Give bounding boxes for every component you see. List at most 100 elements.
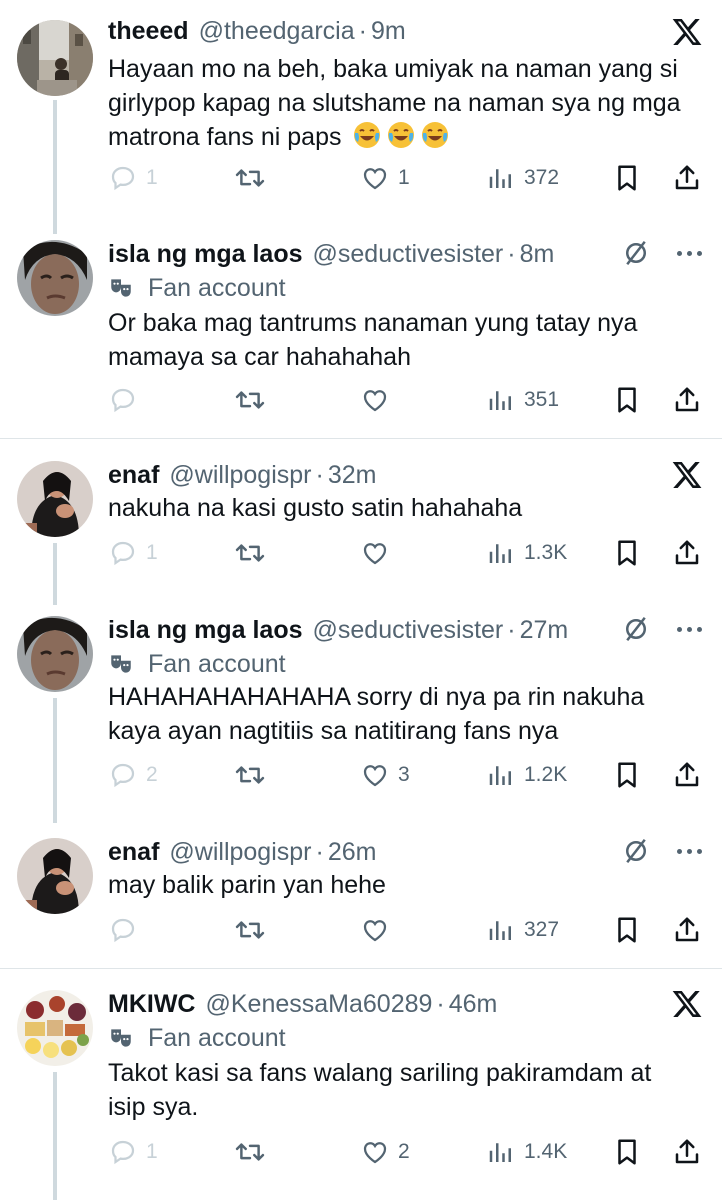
bookmark-button[interactable] bbox=[612, 755, 642, 795]
retweet-button[interactable] bbox=[234, 1132, 266, 1172]
action-bar: 2 3 1.2K bbox=[108, 755, 708, 795]
more-options-icon[interactable] bbox=[677, 626, 702, 632]
tweet-4[interactable]: enaf @willpogispr · 26m may balik parin … bbox=[0, 832, 722, 968]
avatar[interactable] bbox=[17, 20, 93, 96]
fan-account-badge: Fan account bbox=[108, 646, 286, 682]
handle[interactable]: @willpogispr bbox=[169, 838, 311, 867]
retweet-button[interactable] bbox=[234, 533, 266, 573]
views-button[interactable]: 1.3K bbox=[486, 533, 567, 573]
bookmark-button[interactable] bbox=[612, 910, 642, 950]
like-button[interactable] bbox=[360, 910, 398, 950]
x-logo-icon bbox=[672, 19, 702, 45]
grok-icon[interactable] bbox=[621, 836, 651, 866]
reply-button[interactable] bbox=[108, 910, 146, 950]
handle[interactable]: @seductivesister bbox=[313, 240, 504, 269]
separator: · bbox=[315, 460, 324, 489]
reply-count: 2 bbox=[146, 763, 158, 786]
timestamp[interactable]: 32m bbox=[328, 461, 377, 490]
timestamp[interactable]: 26m bbox=[328, 838, 377, 867]
display-name[interactable]: enaf bbox=[108, 838, 159, 867]
x-logo-icon bbox=[672, 462, 702, 488]
face-with-tears-of-joy-icon bbox=[354, 122, 381, 148]
thread-line bbox=[53, 100, 57, 234]
avatar[interactable] bbox=[17, 990, 93, 1066]
display-name[interactable]: isla ng mga laos bbox=[108, 240, 303, 269]
handle[interactable]: @seductivesister bbox=[313, 616, 504, 645]
reply-button[interactable] bbox=[108, 380, 146, 420]
display-name[interactable]: theeed bbox=[108, 17, 189, 46]
bookmark-icon bbox=[618, 165, 636, 191]
bookmark-button[interactable] bbox=[612, 158, 642, 198]
like-button[interactable] bbox=[360, 533, 398, 573]
retweet-icon bbox=[235, 169, 265, 187]
reply-icon bbox=[111, 166, 135, 191]
view-count: 1.4K bbox=[524, 1140, 568, 1163]
action-bar: 1 2 1.4K bbox=[108, 1132, 708, 1172]
like-button[interactable]: 1 bbox=[360, 158, 410, 198]
avatar[interactable] bbox=[17, 240, 93, 316]
tweet-header: enaf @willpogispr · 32m bbox=[108, 455, 376, 495]
retweet-button[interactable] bbox=[234, 755, 266, 795]
timestamp[interactable]: 9m bbox=[371, 17, 406, 46]
share-button[interactable] bbox=[672, 910, 702, 950]
retweet-button[interactable] bbox=[234, 910, 266, 950]
handle[interactable]: @KenessaMa60289 bbox=[205, 990, 432, 1019]
bookmark-button[interactable] bbox=[612, 533, 642, 573]
tweet-5[interactable]: MKIWC @KenessaMa60289 · 46m Fan account … bbox=[0, 984, 722, 1200]
display-name[interactable]: enaf bbox=[108, 461, 159, 490]
badge-label: Fan account bbox=[148, 649, 286, 678]
separator: · bbox=[358, 16, 367, 45]
more-options-icon[interactable] bbox=[677, 250, 702, 256]
views-button[interactable]: 1.2K bbox=[486, 755, 567, 795]
share-button[interactable] bbox=[672, 380, 702, 420]
thread-line bbox=[53, 698, 57, 823]
grok-icon[interactable] bbox=[621, 614, 651, 644]
tweet-header: theeed @theedgarcia · 9m bbox=[108, 11, 406, 51]
tweet-text: nakuha na kasi gusto satin hahahaha bbox=[108, 494, 523, 522]
divider bbox=[0, 438, 722, 439]
timestamp[interactable]: 46m bbox=[449, 990, 498, 1019]
tweet-3[interactable]: isla ng mga laos @seductivesister · 27m … bbox=[0, 610, 722, 823]
tweet-text: Takot kasi sa fans walang sariling pakir… bbox=[108, 1059, 652, 1121]
bookmark-button[interactable] bbox=[612, 380, 642, 420]
grok-icon[interactable] bbox=[621, 238, 651, 268]
display-name[interactable]: MKIWC bbox=[108, 990, 195, 1019]
share-button[interactable] bbox=[672, 755, 702, 795]
like-button[interactable]: 2 bbox=[360, 1132, 410, 1172]
more-options-icon[interactable] bbox=[677, 848, 702, 854]
timestamp[interactable]: 27m bbox=[520, 616, 569, 645]
face-with-tears-of-joy-icon bbox=[422, 122, 449, 148]
avatar[interactable] bbox=[17, 461, 93, 537]
separator: · bbox=[507, 615, 516, 644]
retweet-button[interactable] bbox=[234, 380, 266, 420]
share-button[interactable] bbox=[672, 1132, 702, 1172]
retweet-button[interactable] bbox=[234, 158, 266, 198]
reply-button[interactable]: 1 bbox=[108, 158, 158, 198]
share-button[interactable] bbox=[672, 158, 702, 198]
timestamp[interactable]: 8m bbox=[520, 240, 555, 269]
fan-account-badge: Fan account bbox=[108, 270, 286, 306]
reply-button[interactable]: 1 bbox=[108, 1132, 158, 1172]
tweet-2[interactable]: enaf @willpogispr · 32m nakuha na kasi g… bbox=[0, 455, 722, 605]
tweet-1[interactable]: isla ng mga laos @seductivesister · 8m F… bbox=[0, 234, 722, 438]
views-button[interactable]: 327 bbox=[486, 910, 559, 950]
x-logo-icon bbox=[672, 991, 702, 1017]
like-button[interactable] bbox=[360, 380, 398, 420]
display-name[interactable]: isla ng mga laos bbox=[108, 616, 303, 645]
views-button[interactable]: 1.4K bbox=[486, 1132, 567, 1172]
views-button[interactable]: 372 bbox=[486, 158, 559, 198]
tweet-menu bbox=[621, 238, 702, 268]
avatar[interactable] bbox=[17, 838, 93, 914]
reply-button[interactable]: 1 bbox=[108, 533, 158, 573]
views-button[interactable]: 351 bbox=[486, 380, 559, 420]
action-bar: 327 bbox=[108, 910, 708, 950]
handle[interactable]: @willpogispr bbox=[169, 461, 311, 490]
bookmark-button[interactable] bbox=[612, 1132, 642, 1172]
avatar[interactable] bbox=[17, 616, 93, 692]
tweet-0[interactable]: theeed @theedgarcia · 9m Hayaan mo na be… bbox=[0, 0, 722, 234]
share-button[interactable] bbox=[672, 533, 702, 573]
reply-button[interactable]: 2 bbox=[108, 755, 158, 795]
retweet-icon bbox=[235, 391, 265, 409]
like-button[interactable]: 3 bbox=[360, 755, 410, 795]
handle[interactable]: @theedgarcia bbox=[199, 17, 355, 46]
